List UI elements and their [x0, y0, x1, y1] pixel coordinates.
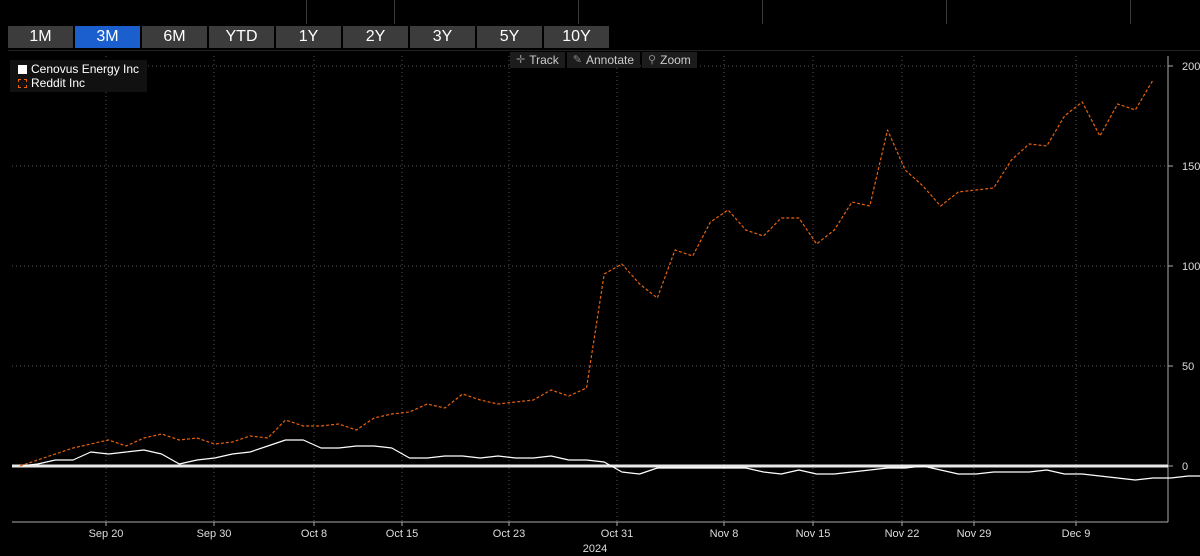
- legend-swatch-cenovus: [18, 64, 27, 74]
- x-tick-label: Nov 8: [710, 528, 739, 540]
- chart-legend: Cenovus Energy Inc Reddit Inc: [10, 60, 148, 92]
- series-lines: [12, 79, 1200, 481]
- series-line-cenovus: [19, 439, 1200, 481]
- zoom-button[interactable]: ⚲ Zoom: [642, 52, 697, 68]
- y-tick-label: 0: [1182, 461, 1188, 473]
- x-tick-label: Oct 23: [493, 528, 525, 540]
- annotate-label: Annotate: [586, 53, 635, 67]
- legend-swatch-reddit: [18, 78, 27, 88]
- track-button[interactable]: ✛ Track: [510, 52, 565, 68]
- x-tick-label: Nov 22: [885, 528, 920, 540]
- pencil-icon: ✎: [572, 54, 582, 66]
- x-tick-label: Oct 8: [301, 528, 327, 540]
- price-chart[interactable]: 0 50 100 150 200 Sep 20 Sep 30 Oct 8 Oct 15 Oct …: [0, 0, 1200, 556]
- y-tick-label: 150: [1182, 161, 1200, 173]
- x-tick-label: Sep 30: [197, 528, 232, 540]
- chart-toolbar: ✛ Track ✎ Annotate ⚲ Zoom: [510, 52, 697, 68]
- x-tick-label: Dec 9: [1062, 528, 1091, 540]
- x-year-label: 2024: [583, 543, 607, 555]
- magnifier-icon: ⚲: [648, 54, 657, 66]
- legend-label-cenovus: Cenovus Energy Inc: [31, 62, 140, 76]
- crosshair-icon: ✛: [516, 54, 526, 66]
- annotate-button[interactable]: ✎ Annotate: [566, 52, 641, 68]
- legend-item-cenovus[interactable]: Cenovus Energy Inc: [18, 62, 139, 76]
- legend-item-reddit[interactable]: Reddit Inc: [18, 76, 139, 90]
- grid-lines: [12, 56, 1168, 522]
- x-axis: Sep 20 Sep 30 Oct 8 Oct 15 Oct 23 Oct 31 Nov 8…: [12, 521, 1168, 555]
- zoom-label: Zoom: [660, 53, 691, 67]
- series-line-reddit: [19, 79, 1154, 467]
- legend-label-reddit: Reddit Inc: [31, 76, 86, 90]
- x-tick-label: Sep 20: [89, 528, 124, 540]
- track-label: Track: [529, 53, 559, 67]
- y-tick-label: 100: [1182, 261, 1200, 273]
- x-tick-label: Nov 15: [796, 528, 831, 540]
- x-tick-label: Oct 15: [386, 528, 418, 540]
- y-tick-label: 50: [1182, 361, 1194, 373]
- y-axis: 0 50 100 150 200: [1167, 56, 1200, 522]
- x-tick-label: Oct 31: [601, 528, 633, 540]
- y-tick-label: 200: [1182, 61, 1200, 73]
- x-tick-label: Nov 29: [957, 528, 992, 540]
